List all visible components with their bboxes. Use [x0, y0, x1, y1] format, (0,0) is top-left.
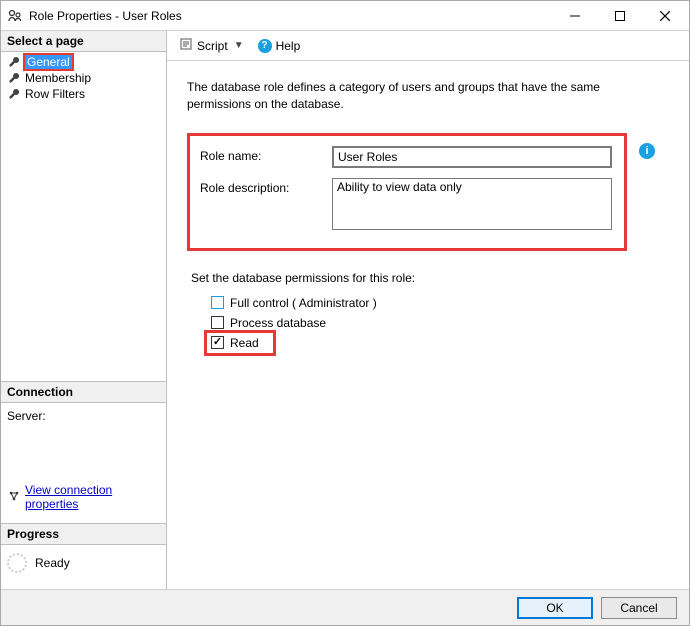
role-icon [7, 8, 23, 24]
server-label: Server: [7, 409, 160, 423]
help-icon: ? [258, 39, 272, 53]
left-sidebar: Select a page General Membership Row Fil… [1, 31, 167, 589]
permissions-label: Set the database permissions for this ro… [191, 271, 663, 285]
script-label: Script [197, 39, 228, 53]
checkbox-icon[interactable] [211, 336, 224, 349]
help-button[interactable]: ? Help [254, 37, 305, 55]
script-button[interactable]: Script ▼ [175, 35, 250, 56]
script-icon [179, 37, 193, 54]
toolbar: Script ▼ ? Help [167, 31, 689, 61]
sidebar-item-label: Row Filters [25, 87, 85, 101]
dialog-button-row: OK Cancel [1, 589, 689, 625]
wrench-icon [7, 71, 21, 85]
role-name-input[interactable] [333, 147, 611, 167]
script-dropdown-icon[interactable]: ▼ [232, 40, 246, 51]
progress-spinner-icon [7, 553, 27, 573]
wrench-icon [7, 55, 21, 69]
role-description-label: Role description: [200, 178, 332, 195]
sidebar-item-row-filters[interactable]: Row Filters [1, 86, 166, 102]
progress-header: Progress [1, 524, 166, 545]
view-connection-properties-link[interactable]: View connection properties [7, 483, 160, 511]
checkbox-icon[interactable] [211, 296, 224, 309]
cancel-button[interactable]: Cancel [601, 597, 677, 619]
connection-icon [7, 489, 21, 506]
sidebar-item-general[interactable]: General [1, 54, 166, 70]
wrench-icon [7, 87, 21, 101]
info-icon[interactable]: i [639, 143, 655, 159]
checkbox-process-database[interactable]: Process database [187, 313, 663, 333]
window-title: Role Properties - User Roles [29, 9, 552, 23]
checkbox-label: Full control ( Administrator ) [230, 296, 377, 310]
ok-button[interactable]: OK [517, 597, 593, 619]
maximize-button[interactable] [597, 2, 642, 30]
content-pane: The database role defines a category of … [167, 61, 689, 589]
checkbox-label: Read [230, 336, 259, 350]
intro-text: The database role defines a category of … [187, 79, 647, 113]
role-name-label: Role name: [200, 146, 332, 163]
sidebar-item-label: General [25, 55, 72, 69]
page-list: General Membership Row Filters [1, 52, 166, 104]
help-label: Help [276, 39, 301, 53]
checkbox-label: Process database [230, 316, 326, 330]
role-form-highlight: Role name: Role description: [187, 133, 627, 251]
view-connection-properties-text[interactable]: View connection properties [25, 483, 160, 511]
minimize-button[interactable] [552, 2, 597, 30]
connection-header: Connection [1, 382, 166, 403]
progress-status: Ready [35, 556, 70, 570]
select-page-header: Select a page [1, 31, 166, 52]
close-button[interactable] [642, 2, 687, 30]
sidebar-item-membership[interactable]: Membership [1, 70, 166, 86]
checkbox-read[interactable]: Read [207, 333, 273, 353]
checkbox-icon[interactable] [211, 316, 224, 329]
checkbox-full-control[interactable]: Full control ( Administrator ) [187, 293, 663, 313]
role-description-input[interactable] [332, 178, 612, 230]
titlebar: Role Properties - User Roles [1, 1, 689, 31]
sidebar-item-label: Membership [25, 71, 91, 85]
